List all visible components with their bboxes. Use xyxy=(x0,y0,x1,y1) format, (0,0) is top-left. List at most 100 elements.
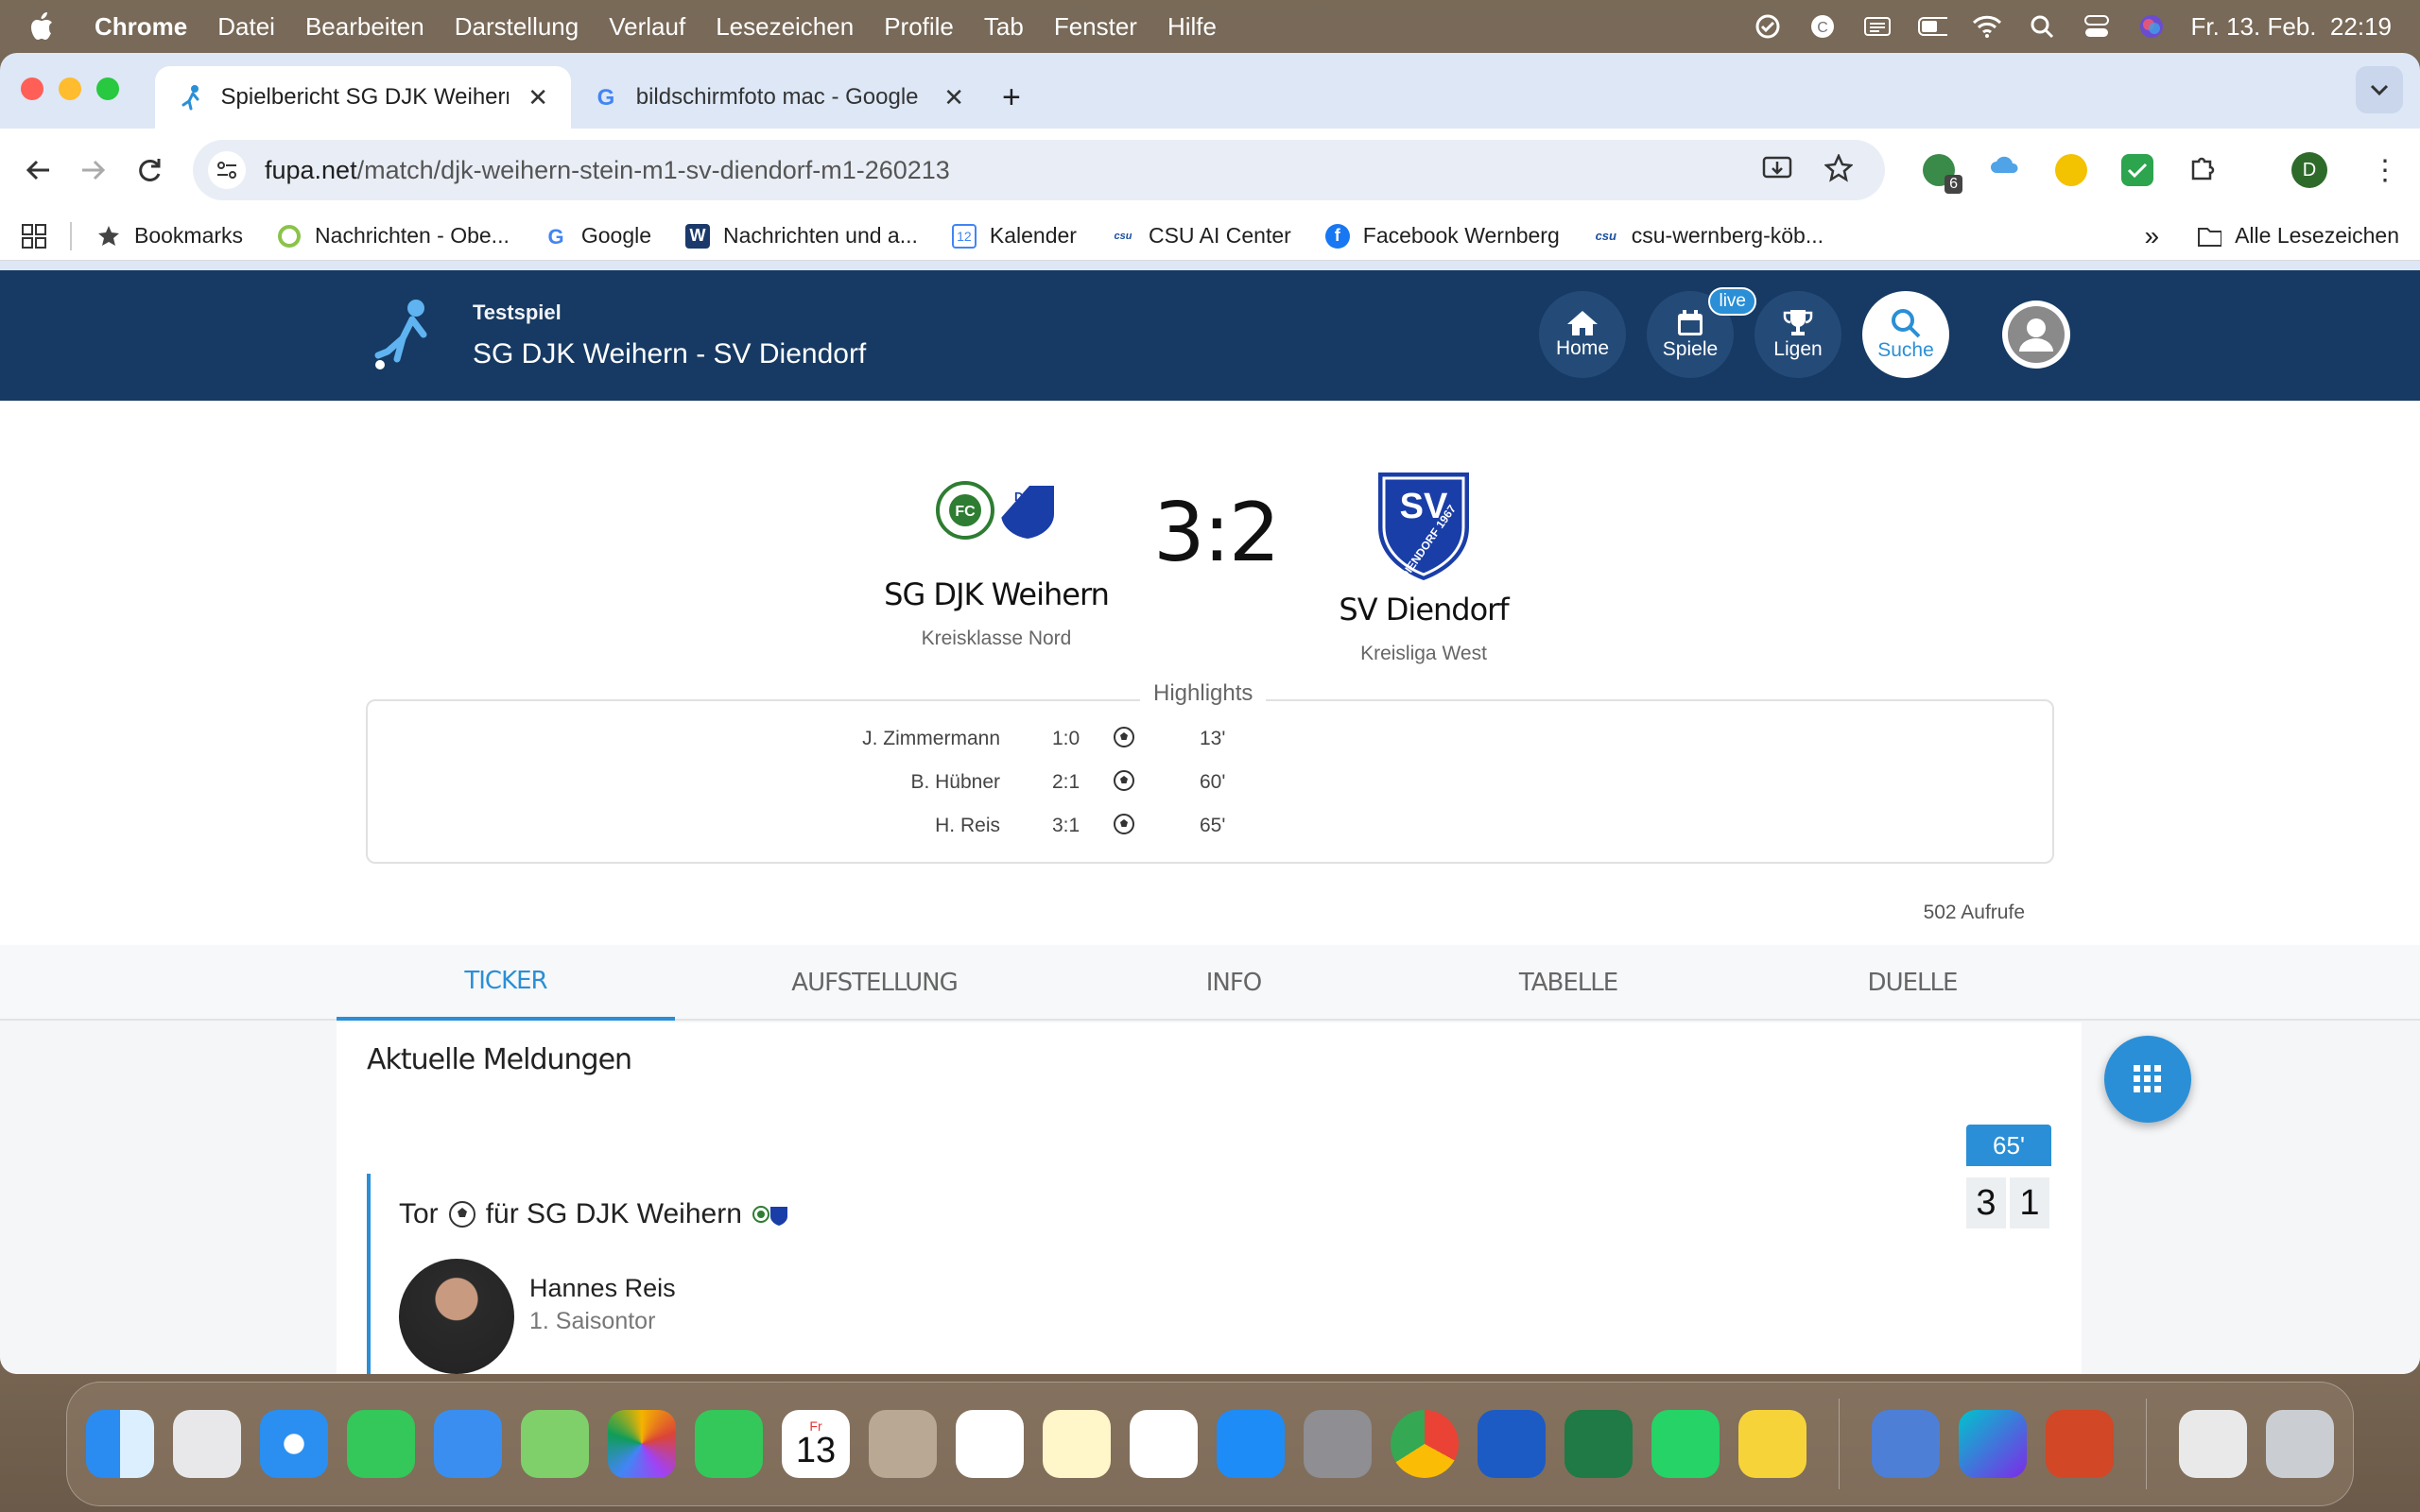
todo-check-icon[interactable] xyxy=(1738,1410,1806,1478)
menu-datei[interactable]: Datei xyxy=(217,12,275,42)
maps-icon[interactable] xyxy=(521,1410,589,1478)
system-settings-icon[interactable] xyxy=(1304,1410,1372,1478)
menubar-datetime[interactable]: Fr. 13. Feb. 22:19 xyxy=(2191,12,2392,42)
contacts-icon[interactable] xyxy=(869,1410,937,1478)
tab-spielbericht[interactable]: Spielbericht SG DJK Weihern ✕ xyxy=(155,66,571,129)
preview-app-icon[interactable] xyxy=(1872,1410,1940,1478)
goal-event[interactable]: Tor für SG DJK Weihern Hannes Reis 1. Sa… xyxy=(367,1174,1596,1374)
bookmark-google[interactable]: G Google xyxy=(544,223,651,249)
siri-icon[interactable] xyxy=(2136,11,2167,42)
downloads-stack-icon[interactable] xyxy=(2179,1410,2247,1478)
back-button[interactable] xyxy=(21,149,54,191)
app-store-icon[interactable] xyxy=(1217,1410,1285,1478)
finder-icon[interactable] xyxy=(86,1410,154,1478)
forward-button[interactable] xyxy=(77,149,110,191)
tab-google[interactable]: G bildschirmfoto mac - Google S ✕ xyxy=(571,66,987,129)
tab-info[interactable]: INFO xyxy=(1064,945,1403,1021)
checkmark-status-icon[interactable] xyxy=(1753,11,1783,42)
home-team[interactable]: FC DJK SG DJK Weihern Kreisklasse Nord xyxy=(873,480,1119,650)
address-bar[interactable]: fupa.net/match/djk-weihern-stein-m1-sv-d… xyxy=(192,140,1885,200)
zoom-window-button[interactable] xyxy=(96,77,119,100)
player-photo[interactable] xyxy=(399,1259,514,1374)
word-icon[interactable] xyxy=(1478,1410,1546,1478)
launchpad-icon[interactable] xyxy=(173,1410,241,1478)
apple-menu-icon[interactable] xyxy=(28,10,57,43)
bookmark-kalender[interactable]: 12 Kalender xyxy=(951,223,1077,249)
reader-status-icon[interactable] xyxy=(1862,11,1893,42)
menu-profile[interactable]: Profile xyxy=(884,12,954,42)
messages-icon[interactable] xyxy=(347,1410,415,1478)
menu-bearbeiten[interactable]: Bearbeiten xyxy=(305,12,424,42)
calendar-app-icon[interactable]: Fr 13 xyxy=(782,1410,850,1478)
safari-icon[interactable] xyxy=(260,1410,328,1478)
highlight-row[interactable]: H. Reis 3:1 65' xyxy=(368,814,2056,852)
reload-button[interactable] xyxy=(133,149,166,191)
away-team[interactable]: SV DIENDORF 1967 SV Diendorf Kreisliga W… xyxy=(1301,469,1547,665)
highlight-row[interactable]: J. Zimmermann 1:0 13' xyxy=(368,727,2056,765)
puzzle-extensions-icon[interactable] xyxy=(2187,154,2220,186)
close-window-button[interactable] xyxy=(21,77,43,100)
chrome-icon[interactable] xyxy=(1391,1410,1459,1478)
fupa-logo-icon[interactable] xyxy=(371,297,437,377)
nav-ligen[interactable]: Ligen xyxy=(1754,291,1841,378)
tab-duelle[interactable]: DUELLE xyxy=(1743,945,2082,1021)
whatsapp-icon[interactable] xyxy=(1651,1410,1720,1478)
close-tab-icon[interactable]: ✕ xyxy=(527,83,548,112)
apps-grid-icon[interactable] xyxy=(21,223,47,249)
tab-aufstellung[interactable]: AUFSTELLUNG xyxy=(705,945,1044,1021)
mail-icon[interactable] xyxy=(434,1410,502,1478)
minimize-window-button[interactable] xyxy=(59,77,81,100)
menu-darstellung[interactable]: Darstellung xyxy=(455,12,579,42)
headphones-extension-icon[interactable] xyxy=(2054,154,2087,186)
highlight-row[interactable]: B. Hübner 2:1 60' xyxy=(368,770,2056,809)
control-center-icon[interactable] xyxy=(2082,11,2112,42)
bookmark-bookmarks[interactable]: Bookmarks xyxy=(96,223,243,249)
tab-ticker[interactable]: TICKER xyxy=(337,945,675,1021)
photos-icon[interactable] xyxy=(608,1410,676,1478)
battery-icon[interactable] xyxy=(1917,11,1947,42)
tab-search-button[interactable] xyxy=(2356,66,2403,113)
all-bookmarks-folder[interactable]: Alle Lesezeichen xyxy=(2197,223,2399,249)
menu-fenster[interactable]: Fenster xyxy=(1054,12,1137,42)
excel-icon[interactable] xyxy=(1564,1410,1633,1478)
menu-lesezeichen[interactable]: Lesezeichen xyxy=(716,12,854,42)
url-text: fupa.net/match/djk-weihern-stein-m1-sv-d… xyxy=(265,156,950,185)
bookmark-nachrichten-obe[interactable]: Nachrichten - Obe... xyxy=(277,223,510,249)
more-bookmarks-icon[interactable]: » xyxy=(2145,221,2160,251)
chrome-menu-icon[interactable]: ⋮ xyxy=(2371,154,2399,187)
copyright-status-icon[interactable]: C xyxy=(1807,11,1838,42)
profile-avatar[interactable]: D xyxy=(2290,152,2327,188)
bookmark-facebook-wernberg[interactable]: f Facebook Wernberg xyxy=(1324,223,1560,249)
spotlight-search-icon[interactable] xyxy=(2027,11,2057,42)
cloud-extension-icon[interactable] xyxy=(1989,154,2021,186)
site-settings-icon[interactable] xyxy=(207,151,246,189)
user-avatar-button[interactable] xyxy=(2002,301,2070,369)
bookmark-csu-wernberg[interactable]: csu csu-wernberg-köb... xyxy=(1594,223,1824,249)
shield-extension-icon[interactable]: 6 xyxy=(1922,154,1962,194)
floating-menu-button[interactable] xyxy=(2104,1036,2191,1123)
freeform-icon[interactable] xyxy=(1130,1410,1198,1478)
new-tab-button[interactable]: + xyxy=(987,66,1036,129)
close-tab-icon[interactable]: ✕ xyxy=(943,83,964,112)
nav-suche[interactable]: Suche xyxy=(1862,291,1949,378)
bookmark-nachrichten-und[interactable]: W Nachrichten und a... xyxy=(685,223,918,249)
checkmark-extension-icon[interactable] xyxy=(2120,154,2153,186)
tab-tabelle[interactable]: TABELLE xyxy=(1399,945,1737,1021)
powerpoint-icon[interactable] xyxy=(2046,1410,2114,1478)
bookmark-csu-ai-center[interactable]: csu CSU AI Center xyxy=(1111,223,1290,249)
reminders-icon[interactable] xyxy=(956,1410,1024,1478)
facetime-icon[interactable] xyxy=(695,1410,763,1478)
install-app-icon[interactable] xyxy=(1762,154,1792,187)
nav-home[interactable]: Home xyxy=(1539,291,1626,378)
menu-app-name[interactable]: Chrome xyxy=(95,12,187,42)
menu-verlauf[interactable]: Verlauf xyxy=(609,12,685,42)
canva-icon[interactable] xyxy=(1959,1410,2027,1478)
menu-hilfe[interactable]: Hilfe xyxy=(1167,12,1217,42)
notes-icon[interactable] xyxy=(1043,1410,1111,1478)
nav-spiele[interactable]: live Spiele xyxy=(1647,287,1756,378)
menu-tab[interactable]: Tab xyxy=(984,12,1024,42)
trash-icon[interactable] xyxy=(2266,1410,2334,1478)
bookmark-star-icon[interactable] xyxy=(1823,152,1854,187)
player-name[interactable]: Hannes Reis xyxy=(529,1274,676,1303)
wifi-icon[interactable] xyxy=(1972,11,2002,42)
